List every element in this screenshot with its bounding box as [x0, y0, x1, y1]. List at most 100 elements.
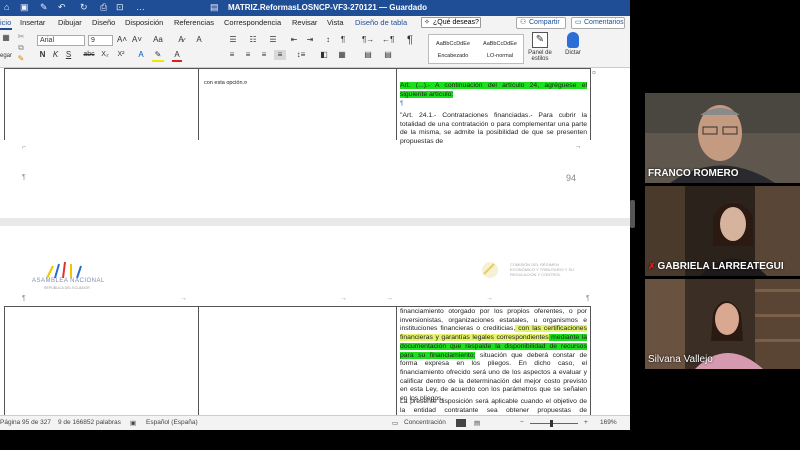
- article-continuation: financiamiento otorgado por los propios …: [400, 308, 587, 404]
- show-marks-icon[interactable]: ¶: [338, 35, 348, 45]
- borders-icon[interactable]: ▦: [336, 50, 348, 60]
- multilevel-icon[interactable]: ☰: [266, 35, 280, 45]
- participant-tile[interactable]: FRANCO ROMERO: [645, 93, 800, 183]
- subscript-button[interactable]: X₂: [99, 50, 111, 60]
- tab-revisar[interactable]: Revisar: [292, 18, 317, 27]
- redo-icon[interactable]: ↻: [80, 2, 88, 13]
- tab-insertar[interactable]: Insertar: [20, 18, 45, 27]
- document-area[interactable]: ¤ con esta opción.¤ Art. (...).- A conti…: [0, 68, 630, 415]
- styles-panel-button[interactable]: ✎ Panel de estilos: [527, 32, 553, 62]
- copy-icon[interactable]: ⧉: [16, 43, 26, 53]
- article-text-3: La presente disposición será aplicable c…: [400, 398, 587, 414]
- zoom-slider-handle[interactable]: [550, 420, 553, 427]
- font-size-value: 9: [91, 37, 95, 44]
- zoom-slider[interactable]: [530, 423, 578, 424]
- grow-font-icon[interactable]: A˄: [116, 35, 128, 45]
- numbering-icon[interactable]: ☷: [246, 35, 260, 45]
- undo-icon[interactable]: ↶: [58, 2, 66, 13]
- font-effects-icon[interactable]: A: [193, 35, 205, 45]
- format-icon[interactable]: ⊡: [116, 2, 124, 13]
- shading-icon[interactable]: ◧: [318, 50, 330, 60]
- sort-icon[interactable]: ↕: [322, 35, 334, 45]
- align-center-icon[interactable]: ≡: [242, 50, 254, 60]
- zoom-out-icon[interactable]: −: [520, 419, 524, 426]
- text-effects-icon[interactable]: A: [135, 50, 147, 60]
- zoom-in-icon[interactable]: +: [584, 419, 588, 426]
- font-name-select[interactable]: Arial: [37, 35, 85, 46]
- italic-button[interactable]: K: [51, 50, 60, 60]
- tab-referencias[interactable]: Referencias: [174, 18, 214, 27]
- home-icon[interactable]: ⌂: [4, 2, 9, 12]
- bold-button[interactable]: N: [38, 50, 47, 60]
- increase-indent-icon[interactable]: ⇥: [304, 35, 316, 45]
- justify-icon[interactable]: ≡: [274, 50, 286, 60]
- print-layout-icon[interactable]: [456, 419, 466, 427]
- tab-dibujar[interactable]: Dibujar: [58, 18, 82, 27]
- dictate-button[interactable]: Dictar: [560, 32, 586, 56]
- lightbulb-icon: ✧: [424, 19, 430, 26]
- word-count[interactable]: 9 de 166852 palabras: [58, 419, 121, 426]
- proofing-icon[interactable]: ▣: [130, 419, 136, 427]
- tab-disposicion[interactable]: Disposición: [125, 18, 163, 27]
- save-icon[interactable]: ▣: [20, 2, 29, 13]
- align-right-icon[interactable]: ≡: [258, 50, 270, 60]
- participant-tile[interactable]: Silvana Vallejo: [645, 279, 800, 369]
- page-94: ¤ con esta opción.¤ Art. (...).- A conti…: [0, 68, 630, 218]
- table-align-icon[interactable]: ▤: [362, 50, 374, 60]
- styles-gallery[interactable]: AaBbCcDdEe Encabezado AaBbCcDdEe LO-norm…: [428, 34, 524, 64]
- change-case-icon[interactable]: Aa: [150, 35, 166, 45]
- tab-diseno[interactable]: Diseño: [92, 18, 115, 27]
- dictate-label: Dictar: [565, 50, 581, 56]
- rtl-icon[interactable]: ←¶: [382, 35, 394, 45]
- table-border: [590, 68, 591, 140]
- article-heading-text: Art. (...).- A continuación del artículo…: [400, 82, 587, 98]
- cell-note: con esta opción.¤: [204, 80, 248, 86]
- align-left-icon[interactable]: ≡: [226, 50, 238, 60]
- line-spacing-icon[interactable]: ↕≡: [294, 50, 308, 60]
- table-border: [396, 306, 397, 415]
- shrink-font-icon[interactable]: A˅: [131, 35, 143, 45]
- more-icon[interactable]: …: [136, 2, 145, 12]
- table-border: [198, 68, 199, 140]
- clear-format-icon[interactable]: A̷: [175, 35, 187, 45]
- style-lo-normal[interactable]: AaBbCcDdEe LO-normal: [478, 38, 522, 62]
- paste-label: egar: [0, 53, 13, 59]
- tab-vista[interactable]: Vista: [327, 18, 344, 27]
- participant-name: Silvana Vallejo: [648, 354, 713, 365]
- search-input[interactable]: ✧ ¿Qué deseas?: [421, 17, 481, 28]
- tab-diseno-de-tabla[interactable]: Diseño de tabla: [355, 18, 407, 27]
- style-encabezado[interactable]: AaBbCcDdEe Encabezado: [431, 38, 475, 62]
- font-size-select[interactable]: 9: [88, 35, 113, 46]
- search-placeholder: ¿Qué deseas?: [433, 19, 479, 26]
- participant-tile[interactable]: ✗ GABRIELA LARREATEGUI: [645, 186, 800, 276]
- strikethrough-button[interactable]: abc: [82, 50, 96, 60]
- zoom-level[interactable]: 169%: [600, 419, 617, 426]
- edit-icon[interactable]: ✎: [40, 2, 48, 13]
- font-color-icon[interactable]: A: [172, 50, 182, 62]
- ltr-icon[interactable]: ¶→: [362, 35, 374, 45]
- focus-icon[interactable]: ▭: [392, 419, 398, 427]
- tab-inicio[interactable]: icio: [0, 18, 11, 27]
- table-border: [198, 306, 199, 415]
- focus-mode[interactable]: Concentración: [404, 419, 446, 426]
- highlight-icon[interactable]: ✎: [152, 50, 164, 62]
- page-count[interactable]: Página 95 de 327: [0, 419, 51, 426]
- comments-button[interactable]: ▭ Comentarios: [571, 17, 625, 29]
- table-border: [4, 306, 5, 415]
- language[interactable]: Español (España): [146, 419, 198, 426]
- divider-handle[interactable]: [630, 200, 635, 228]
- superscript-button[interactable]: X²: [115, 50, 127, 60]
- print-icon[interactable]: ⎙: [100, 2, 107, 13]
- tab-correspondencia[interactable]: Correspondencia: [224, 18, 281, 27]
- muted-mic-icon: ✗: [648, 261, 656, 271]
- decrease-indent-icon[interactable]: ⇤: [288, 35, 300, 45]
- underline-button[interactable]: S: [64, 50, 73, 60]
- paragraph-icon[interactable]: ¶: [404, 35, 416, 46]
- cut-icon[interactable]: ✂: [16, 32, 26, 42]
- paste-icon[interactable]: ▦: [2, 33, 10, 43]
- format-painter-icon[interactable]: ✎: [16, 54, 26, 64]
- web-layout-icon[interactable]: ▤: [474, 419, 480, 427]
- share-button[interactable]: ⚇ Compartir: [516, 17, 566, 29]
- bullets-icon[interactable]: ☰: [226, 35, 240, 45]
- table-align2-icon[interactable]: ▤: [382, 50, 394, 60]
